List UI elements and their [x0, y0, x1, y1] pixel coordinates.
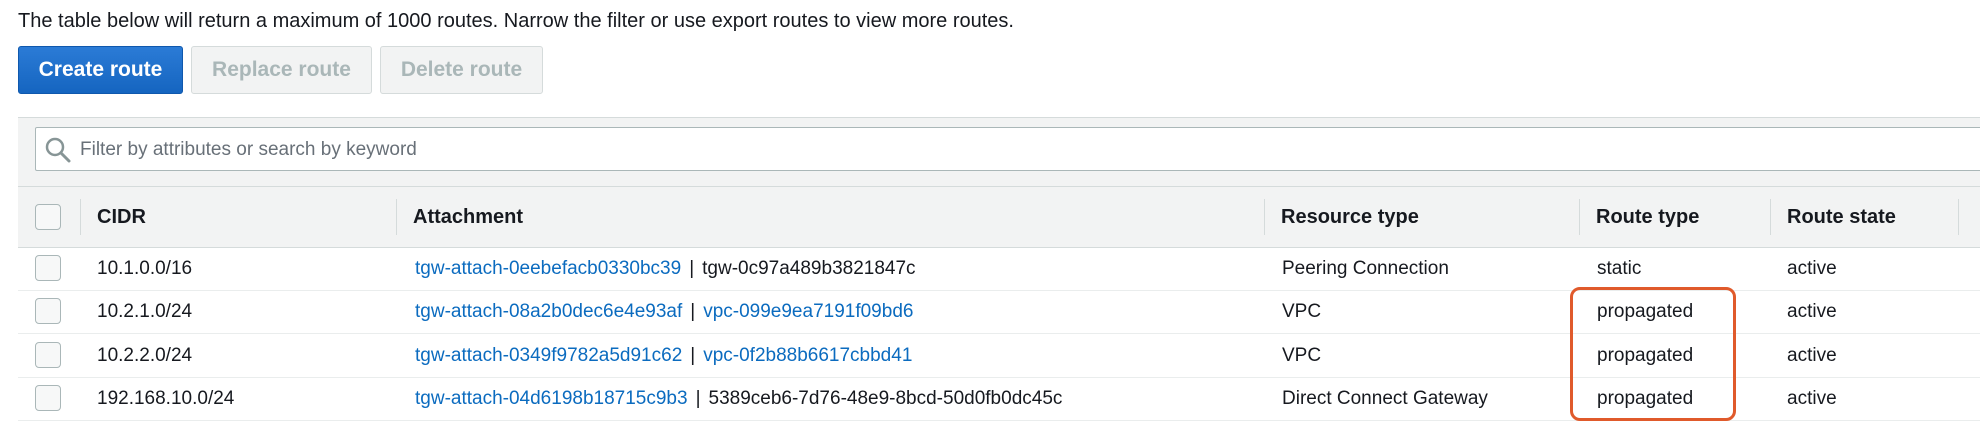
column-header-attachment[interactable]: Attachment: [413, 187, 523, 247]
column-divider: [1264, 199, 1265, 235]
separator: |: [690, 300, 696, 322]
table-row[interactable]: 10.1.0.0/16 tgw-attach-0eebefacb0330bc39…: [18, 247, 1980, 291]
column-divider: [80, 199, 81, 235]
route-type-highlight-box: [1570, 287, 1736, 421]
attachment-cell: tgw-attach-04d6198b18715c9b3 | 5389ceb6-…: [415, 377, 1062, 420]
column-divider: [1958, 199, 1959, 235]
resource-type-cell: Peering Connection: [1282, 257, 1449, 279]
column-divider: [396, 199, 397, 235]
route-type-cell: static: [1597, 257, 1642, 279]
select-all-checkbox[interactable]: [35, 204, 61, 230]
route-state-cell: active: [1787, 344, 1837, 366]
attachment-target-link[interactable]: vpc-0f2b88b6617cbbd41: [703, 345, 912, 367]
attachment-target: 5389ceb6-7d76-48e9-8bcd-50d0fb0dc45c: [708, 387, 1063, 409]
cidr-cell: 10.1.0.0/16: [97, 257, 193, 279]
attachment-link[interactable]: tgw-attach-04d6198b18715c9b3: [415, 388, 688, 410]
create-route-button[interactable]: Create route: [18, 46, 183, 94]
resource-type-cell: Direct Connect Gateway: [1282, 387, 1488, 409]
row-checkbox[interactable]: [35, 298, 61, 324]
cidr-cell: 10.2.1.0/24: [97, 300, 193, 322]
row-checkbox[interactable]: [35, 385, 61, 411]
table-header: CIDR Attachment Resource type Route type…: [18, 186, 1980, 248]
attachment-link[interactable]: tgw-attach-0349f9782a5d91c62: [415, 345, 682, 367]
route-state-cell: active: [1787, 300, 1837, 322]
row-checkbox[interactable]: [35, 255, 61, 281]
cidr-cell: 10.2.2.0/24: [97, 344, 193, 366]
column-header-route-state[interactable]: Route state: [1787, 187, 1896, 247]
separator: |: [695, 387, 701, 409]
route-state-cell: active: [1787, 387, 1837, 409]
replace-route-button[interactable]: Replace route: [191, 46, 372, 94]
search-icon: [44, 136, 72, 169]
separator: |: [689, 257, 695, 279]
attachment-cell: tgw-attach-0eebefacb0330bc39 | tgw-0c97a…: [415, 247, 916, 290]
column-header-route-type[interactable]: Route type: [1596, 187, 1699, 247]
search-input[interactable]: [78, 128, 1882, 172]
search-box[interactable]: [35, 127, 1980, 172]
attachment-link[interactable]: tgw-attach-0eebefacb0330bc39: [415, 258, 681, 280]
column-divider: [1579, 199, 1580, 235]
row-checkbox[interactable]: [35, 342, 61, 368]
route-state-cell: active: [1787, 257, 1837, 279]
resource-type-cell: VPC: [1282, 300, 1322, 322]
separator: |: [690, 344, 696, 366]
attachment-cell: tgw-attach-08a2b0dec6e4e93af | vpc-099e9…: [415, 290, 913, 333]
column-header-resource-type[interactable]: Resource type: [1281, 187, 1419, 247]
attachment-target-link[interactable]: vpc-099e9ea7191f09bd6: [703, 301, 913, 323]
attachment-link[interactable]: tgw-attach-08a2b0dec6e4e93af: [415, 301, 682, 323]
resource-type-cell: VPC: [1282, 344, 1322, 366]
attachment-cell: tgw-attach-0349f9782a5d91c62 | vpc-0f2b8…: [415, 334, 912, 377]
cidr-cell: 192.168.10.0/24: [97, 387, 235, 409]
column-divider: [1770, 199, 1771, 235]
info-text: The table below will return a maximum of…: [18, 10, 1014, 32]
attachment-target: tgw-0c97a489b3821847c: [702, 257, 916, 279]
delete-route-button[interactable]: Delete route: [380, 46, 543, 94]
column-header-cidr[interactable]: CIDR: [97, 187, 146, 247]
